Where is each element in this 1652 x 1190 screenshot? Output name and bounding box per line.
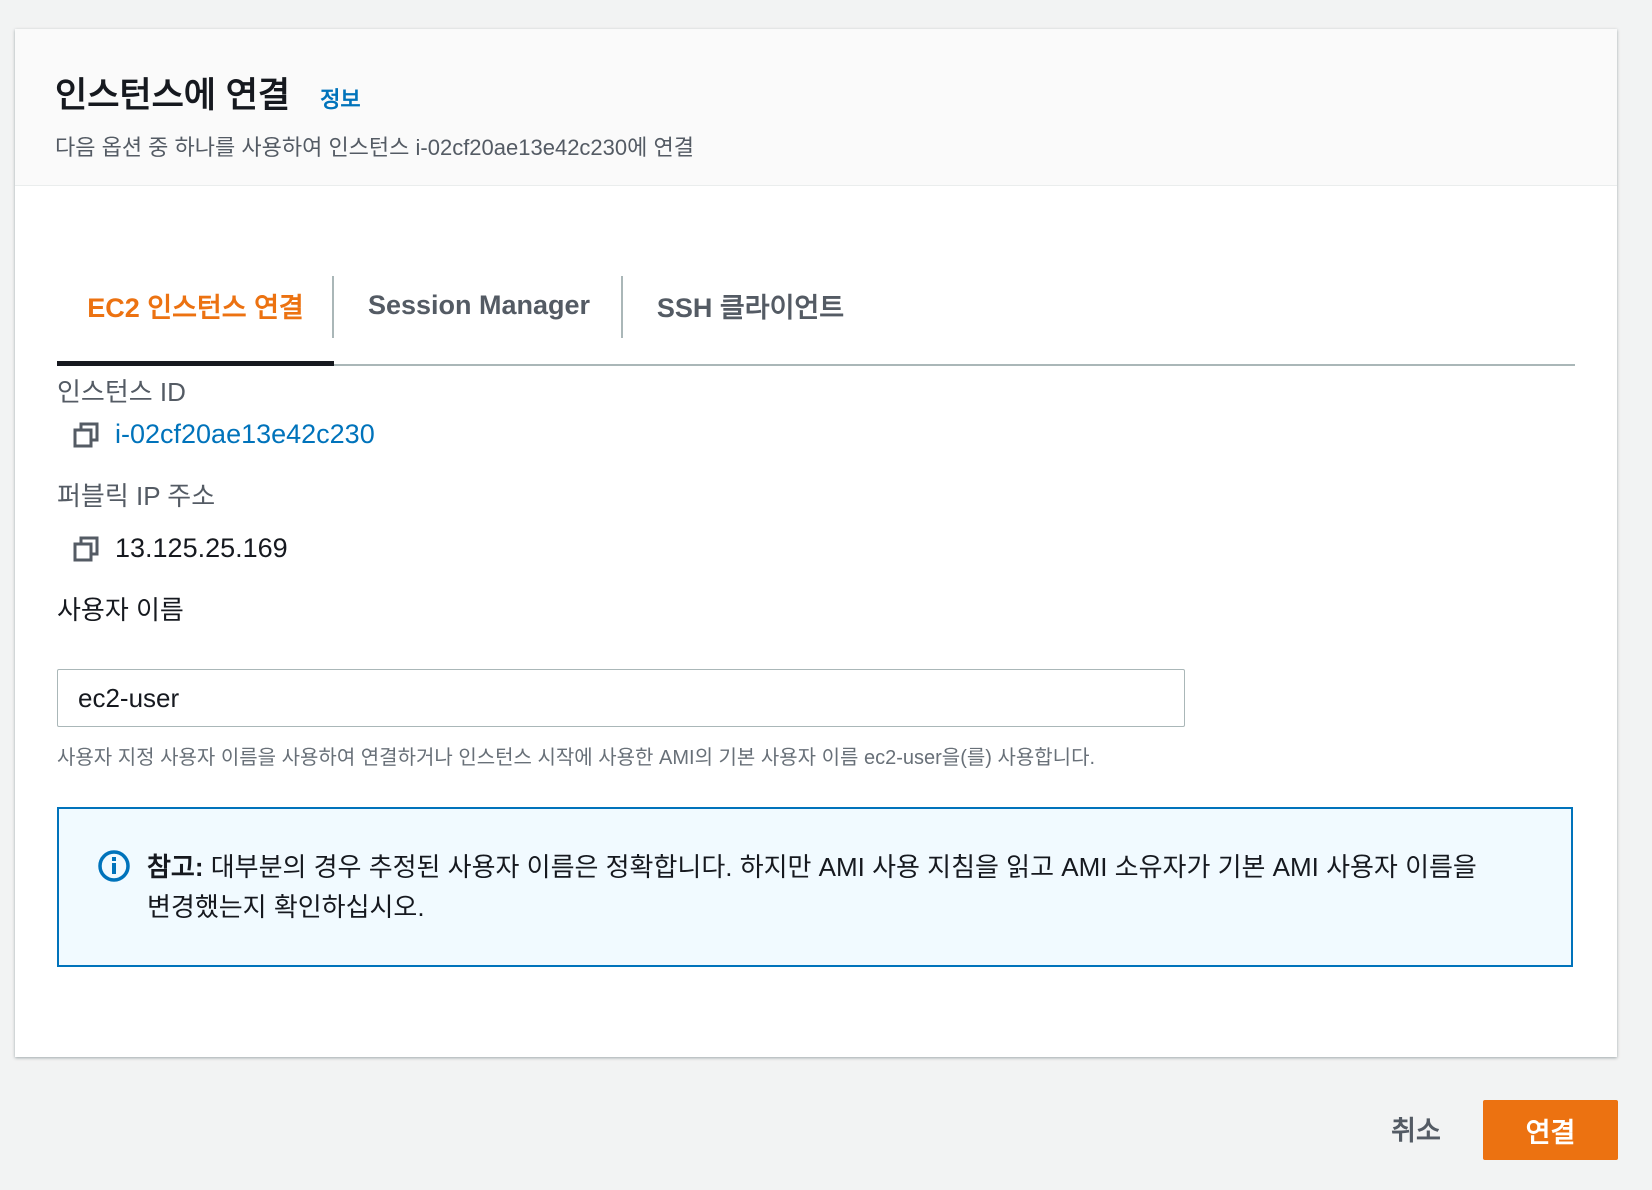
- info-alert: 참고: 대부분의 경우 추정된 사용자 이름은 정확합니다. 하지만 AMI 사…: [57, 807, 1573, 967]
- public-ip-value: 13.125.25.169: [115, 533, 288, 563]
- instance-id-value[interactable]: i-02cf20ae13e42c230: [115, 419, 375, 450]
- connect-panel: 인스턴스에 연결 정보 다음 옵션 중 하나를 사용하여 인스턴스 i-02cf…: [15, 29, 1617, 1057]
- connect-button[interactable]: 연결: [1483, 1100, 1618, 1160]
- copy-icon[interactable]: [71, 534, 101, 564]
- tab-ec2-instance-connect[interactable]: EC2 인스턴스 연결: [57, 246, 334, 366]
- instance-id-label: 인스턴스 ID: [57, 377, 186, 407]
- page-title: 인스턴스에 연결: [55, 76, 291, 115]
- alert-line-1: 대부분의 경우 추정된 사용자 이름은 정확합니다. 하지만 AMI 사용 지침…: [203, 852, 1477, 882]
- public-ip-row: 13.125.25.169: [71, 533, 288, 564]
- tab-session-manager[interactable]: Session Manager: [334, 246, 624, 364]
- alert-title: 참고:: [147, 852, 204, 882]
- panel-header: 인스턴스에 연결 정보 다음 옵션 중 하나를 사용하여 인스턴스 i-02cf…: [15, 29, 1617, 186]
- info-link[interactable]: 정보: [320, 82, 360, 114]
- username-label: 사용자 이름: [57, 595, 184, 625]
- public-ip-label: 퍼블릭 IP 주소: [57, 481, 216, 511]
- alert-text: 참고: 대부분의 경우 추정된 사용자 이름은 정확합니다. 하지만 AMI 사…: [147, 847, 1477, 965]
- title-row: 인스턴스에 연결 정보: [55, 67, 1577, 118]
- info-icon: [98, 850, 130, 882]
- username-input[interactable]: [57, 669, 1185, 727]
- page-subtitle: 다음 옵션 중 하나를 사용하여 인스턴스 i-02cf20ae13e42c23…: [55, 135, 694, 160]
- username-hint: 사용자 지정 사용자 이름을 사용하여 연결하거나 인스턴스 시작에 사용한 A…: [57, 747, 1096, 769]
- cancel-button[interactable]: 취소: [1368, 1098, 1464, 1158]
- instance-id-row: i-02cf20ae13e42c230: [71, 419, 375, 450]
- tab-ssh-client[interactable]: SSH 클라이언트: [623, 246, 878, 364]
- alert-line-2: 변경했는지 확인하십시오.: [147, 892, 425, 922]
- tab-bar: EC2 인스턴스 연결 Session Manager SSH 클라이언트: [57, 246, 1575, 366]
- copy-icon[interactable]: [71, 420, 101, 450]
